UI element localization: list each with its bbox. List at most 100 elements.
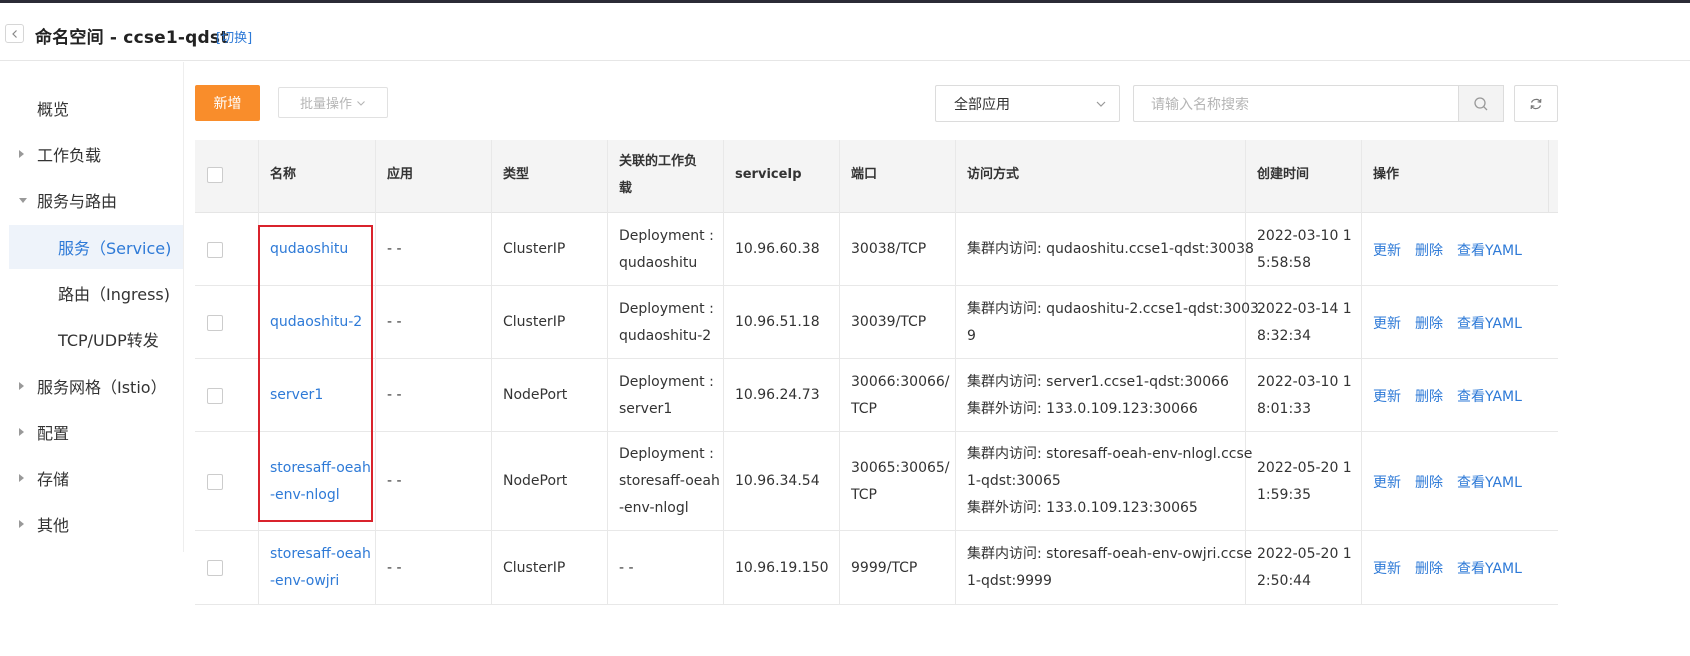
view-yaml-link[interactable]: 查看YAML: [1457, 313, 1522, 333]
service-name-link[interactable]: storesaff-oeah: [270, 541, 371, 568]
view-yaml-link[interactable]: 查看YAML: [1457, 386, 1522, 406]
sidebar-item[interactable]: 配置: [0, 410, 183, 454]
column-header-name: 名称: [270, 167, 297, 182]
delete-link[interactable]: 删除: [1415, 558, 1443, 578]
serviceip-cell: 10.96.51.18: [735, 314, 820, 330]
type-cell: NodePort: [503, 387, 568, 403]
sidebar-item-label: 服务网格（Istio）: [37, 378, 167, 397]
workload-cell: -env-nlogl: [619, 500, 689, 516]
delete-link[interactable]: 删除: [1415, 240, 1443, 260]
created-cell: 2022-05-20 1: [1257, 460, 1352, 476]
row-checkbox[interactable]: [207, 474, 223, 490]
sidebar-item[interactable]: TCP/UDP转发: [0, 317, 183, 361]
back-button[interactable]: [5, 24, 24, 43]
search-button[interactable]: [1458, 85, 1504, 122]
batch-operations-button[interactable]: 批量操作: [278, 87, 388, 118]
update-link[interactable]: 更新: [1373, 558, 1401, 578]
sidebar-item[interactable]: 概览: [0, 86, 183, 130]
sidebar-item-label: TCP/UDP转发: [58, 331, 159, 350]
serviceip-cell: 10.96.34.54: [735, 473, 820, 489]
workload-cell: storesaff-oeah: [619, 473, 720, 489]
access-cell: 集群外访问: 133.0.109.123:30066: [967, 401, 1198, 417]
access-cell: 集群内访问: server1.ccse1-qdst:30066: [967, 374, 1229, 390]
created-cell: 5:58:58: [1257, 255, 1311, 271]
sidebar-item-label: 存储: [37, 470, 70, 489]
sidebar-item[interactable]: 服务（Service): [9, 225, 183, 269]
add-button[interactable]: 新增: [195, 85, 260, 121]
table-row: qudaoshitu-2- - ClusterIP Deployment : quda…: [195, 286, 1558, 359]
created-cell: 1:59:35: [1257, 487, 1311, 503]
update-link[interactable]: 更新: [1373, 386, 1401, 406]
page-header: 命名空间 - ccse1-qdst [切换]: [0, 3, 1690, 61]
created-cell: 2022-03-14 1: [1257, 301, 1352, 317]
column-header-ops: 操作: [1373, 167, 1400, 182]
column-header-type: 类型: [503, 167, 530, 182]
sidebar-item[interactable]: 工作负载: [0, 132, 183, 176]
serviceip-cell: 10.96.24.73: [735, 387, 820, 403]
app-filter-select[interactable]: 全部应用: [935, 85, 1120, 122]
delete-link[interactable]: 删除: [1415, 386, 1443, 406]
port-cell: TCP: [851, 401, 877, 417]
update-link[interactable]: 更新: [1373, 472, 1401, 492]
type-cell: ClusterIP: [503, 241, 566, 257]
row-checkbox[interactable]: [207, 388, 223, 404]
workload-cell: server1: [619, 401, 673, 417]
created-cell: 8:32:34: [1257, 328, 1311, 344]
sidebar-item[interactable]: 服务网格（Istio）: [0, 364, 183, 408]
row-checkbox[interactable]: [207, 560, 223, 576]
sidebar-item-label: 工作负载: [37, 146, 102, 165]
sidebar-item-label: 服务（Service): [58, 239, 172, 258]
type-cell: ClusterIP: [503, 314, 566, 330]
search-input[interactable]: 请输入名称搜索: [1133, 85, 1458, 122]
column-header-workload-line1: 关联的工作负: [619, 154, 698, 169]
view-yaml-link[interactable]: 查看YAML: [1457, 472, 1522, 492]
app-cell: - -: [387, 560, 402, 576]
sidebar-item-label: 概览: [37, 100, 70, 119]
access-cell: 集群内访问: storesaff-oeah-env-owjri.ccse: [967, 546, 1253, 562]
column-header-serviceip: serviceIp: [735, 167, 802, 182]
select-all-checkbox[interactable]: [207, 167, 223, 183]
workload-cell: - -: [619, 560, 634, 576]
created-cell: 2:50:44: [1257, 573, 1311, 589]
created-cell: 2022-03-10 1: [1257, 374, 1352, 390]
sidebar-item[interactable]: 其他: [0, 502, 183, 546]
switch-namespace-link[interactable]: [切换]: [216, 27, 252, 46]
caret-right-icon: [19, 520, 24, 528]
sidebar-item[interactable]: 服务与路由: [0, 178, 183, 222]
view-yaml-link[interactable]: 查看YAML: [1457, 558, 1522, 578]
serviceip-cell: 10.96.60.38: [735, 241, 820, 257]
workload-cell: Deployment :: [619, 301, 714, 317]
workload-cell: Deployment :: [619, 374, 714, 390]
table-header: 名称 应用 类型 关联的工作负 载 serviceIp 端口 访问方式 创建时间…: [195, 140, 1558, 213]
access-cell: 9: [967, 328, 976, 344]
access-cell: 集群内访问: qudaoshitu.ccse1-qdst:30038: [967, 241, 1254, 257]
created-cell: 2022-03-10 1: [1257, 228, 1352, 244]
access-cell: 1-qdst:30065: [967, 473, 1061, 489]
access-cell: 集群内访问: storesaff-oeah-env-nlogl.ccse: [967, 446, 1253, 462]
app-filter-value: 全部应用: [954, 96, 1010, 113]
scrollbar-divider: [1548, 140, 1549, 213]
caret-right-icon: [19, 150, 24, 158]
row-checkbox[interactable]: [207, 315, 223, 331]
created-cell: 8:01:33: [1257, 401, 1311, 417]
sidebar-item[interactable]: 存储: [0, 456, 183, 500]
update-link[interactable]: 更新: [1373, 240, 1401, 260]
port-cell: 30066:30066/: [851, 374, 950, 390]
caret-down-icon: [19, 197, 27, 203]
app-cell: - -: [387, 387, 402, 403]
caret-right-icon: [19, 428, 24, 436]
name-column-highlight: [258, 225, 373, 522]
delete-link[interactable]: 删除: [1415, 472, 1443, 492]
sidebar-item-label: 其他: [37, 516, 70, 535]
row-checkbox[interactable]: [207, 242, 223, 258]
view-yaml-link[interactable]: 查看YAML: [1457, 240, 1522, 260]
workload-cell: Deployment :: [619, 228, 714, 244]
sidebar-item[interactable]: 路由（Ingress): [0, 271, 183, 315]
delete-link[interactable]: 删除: [1415, 313, 1443, 333]
refresh-button[interactable]: [1514, 85, 1558, 122]
table-row: qudaoshitu - - ClusterIP Deployment : qudaos…: [195, 213, 1558, 286]
access-cell: 1-qdst:9999: [967, 573, 1052, 589]
service-name-link[interactable]: -env-owjri: [270, 568, 339, 595]
caret-right-icon: [19, 382, 24, 390]
update-link[interactable]: 更新: [1373, 313, 1401, 333]
